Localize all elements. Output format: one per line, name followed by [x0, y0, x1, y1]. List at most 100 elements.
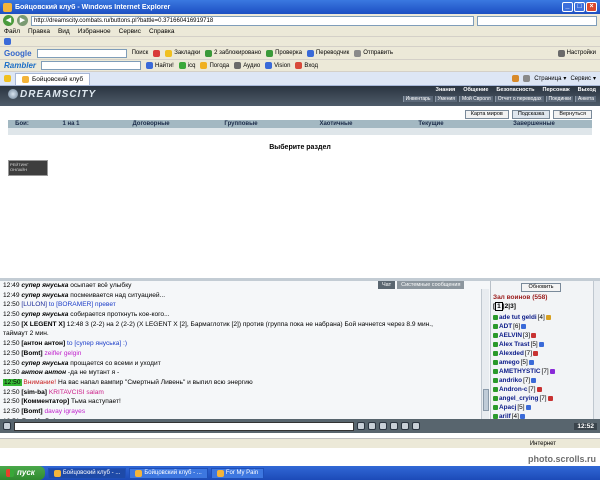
close-button[interactable]: ×	[586, 2, 597, 12]
ie-home-button[interactable]	[4, 38, 11, 45]
menu-help[interactable]: Справка	[149, 28, 175, 35]
player-item[interactable]: Alexded [7]	[493, 349, 593, 358]
menu-knowledge[interactable]: Знания	[436, 87, 456, 93]
chat-text[interactable]: [Комментатор]	[21, 398, 69, 405]
address-input[interactable]: http://dreamscity.combats.ru/buttons.pl?…	[31, 15, 474, 26]
private-message-icon[interactable]	[493, 360, 498, 365]
player-item[interactable]: arilf [4]	[493, 412, 593, 419]
chat-time[interactable]: 12:50	[3, 301, 20, 308]
player-item[interactable]: angel_crying [7]	[493, 394, 593, 403]
player-name[interactable]: angel_crying	[499, 394, 538, 403]
menu-tools[interactable]: Сервис	[119, 28, 141, 35]
translate-button[interactable]: Переводчик	[306, 49, 349, 57]
tab-1v1[interactable]: 1 на 1	[36, 121, 106, 127]
settings-button[interactable]: Настройки	[557, 49, 596, 57]
players-scrollbar[interactable]	[593, 281, 600, 419]
player-item[interactable]: Apacj [5]	[493, 403, 593, 412]
rating-counter[interactable]: РЕЙТИНГ ОНЛАЙН	[8, 160, 48, 176]
service-menu[interactable]: Сервис ▾	[570, 75, 596, 83]
tab-chaotic[interactable]: Хаотичные	[286, 121, 386, 127]
chat-text[interactable]: [X LEGENT X]	[21, 321, 65, 328]
player-item[interactable]: AMETHYSTIC [7]	[493, 367, 593, 376]
tab-finished[interactable]: Завершенные	[476, 121, 592, 127]
menu-character[interactable]: Персонаж	[543, 87, 570, 93]
chat-time[interactable]: 12:50	[3, 408, 20, 415]
start-button[interactable]: пуск	[0, 466, 45, 480]
menu-inventory[interactable]: Инвентарь	[402, 96, 433, 102]
taskbar-item[interactable]: Бойцовский клуб - ...	[129, 467, 208, 479]
player-name[interactable]: Alexded	[499, 349, 524, 358]
tab-system-messages[interactable]: Системные сообщения	[397, 281, 465, 289]
gmail-button[interactable]	[153, 49, 161, 57]
menu-view[interactable]: Вид	[58, 28, 70, 35]
player-info-icon[interactable]	[536, 387, 542, 392]
taskbar-item[interactable]: For My Pain	[210, 467, 265, 479]
private-message-icon[interactable]	[493, 315, 498, 320]
translit-icon[interactable]	[401, 422, 409, 430]
private-message-icon[interactable]	[493, 333, 498, 338]
sound-icon[interactable]	[412, 422, 420, 430]
menu-profile[interactable]: Анкета	[575, 96, 596, 102]
player-item[interactable]: amego [5]	[493, 358, 593, 367]
chat-text[interactable]: супер януська	[21, 292, 68, 299]
chat-text[interactable]: [антон антон]	[21, 340, 65, 347]
chat-text[interactable]: to [BORAMER] превет	[47, 301, 116, 308]
chat-time[interactable]: 12:50	[3, 398, 20, 405]
chat-text[interactable]: [Bomt]	[21, 408, 42, 415]
player-item[interactable]: andriko [7]	[493, 376, 593, 385]
tab-fight-club[interactable]: Бойцовский клуб	[15, 72, 91, 85]
menu-favorites[interactable]: Избранное	[78, 28, 111, 35]
return-button[interactable]: Вернуться	[553, 110, 592, 119]
tab-current[interactable]: Текущие	[386, 121, 476, 127]
chat-text[interactable]: супер януська	[21, 282, 68, 289]
player-info-icon[interactable]	[521, 324, 527, 329]
menu-exit[interactable]: Выход	[578, 87, 596, 93]
bookmarks-button[interactable]: Закладки	[165, 49, 200, 57]
chat-time[interactable]: 12:49	[3, 282, 20, 289]
player-name[interactable]: Andron-c	[499, 385, 527, 394]
smiles-icon[interactable]	[379, 422, 387, 430]
private-message-icon[interactable]	[493, 324, 498, 329]
chat-text[interactable]: супер януська	[21, 311, 68, 318]
menu-skills[interactable]: Умения	[434, 96, 457, 102]
player-item[interactable]: AELVIN [3]	[493, 331, 593, 340]
back-arrow-icon[interactable]: ◀	[3, 15, 14, 26]
minimize-button[interactable]: _	[562, 2, 573, 12]
vision-button[interactable]: Vision	[265, 62, 290, 69]
chat-text[interactable]: to [супер януська] :)	[65, 340, 127, 347]
search-input[interactable]	[477, 15, 597, 26]
chat-input[interactable]	[14, 421, 354, 431]
menu-file[interactable]: Файл	[4, 28, 20, 35]
filter-icon[interactable]	[390, 422, 398, 430]
player-item[interactable]: Andron-c [7]	[493, 385, 593, 394]
chat-time[interactable]: 12:50	[3, 321, 20, 328]
chat-text[interactable]: антон антон	[21, 369, 66, 376]
home-icon[interactable]	[512, 75, 520, 82]
tab-agreed[interactable]: Договорные	[106, 121, 196, 127]
audio-button[interactable]: Аудио	[234, 62, 260, 69]
player-info-icon[interactable]	[531, 333, 537, 338]
player-name[interactable]: ADT	[499, 322, 512, 331]
clear-icon[interactable]	[368, 422, 376, 430]
menu-security[interactable]: Безопасность	[496, 87, 534, 93]
chat-time[interactable]: 12:50	[3, 350, 20, 357]
private-message-icon[interactable]	[493, 396, 498, 401]
chat-time[interactable]: 12:50	[3, 369, 20, 376]
menu-scroll[interactable]: Мой Свролл	[458, 96, 493, 102]
hint-button[interactable]: Подсказка	[511, 110, 551, 119]
player-name[interactable]: Alex Trast	[499, 340, 530, 349]
google-search-button[interactable]: Поиск	[132, 50, 149, 56]
chat-text[interactable]: [sim-ba]	[21, 389, 47, 396]
google-search-input[interactable]	[36, 48, 127, 58]
taskbar-item[interactable]: Бойцовский клуб - ...	[47, 467, 127, 479]
page-menu[interactable]: Страница ▾	[534, 75, 566, 83]
tab-group[interactable]: Групповые	[196, 121, 286, 127]
tab-chat[interactable]: Чат	[378, 281, 396, 289]
menu-battles[interactable]: Поединки	[545, 96, 574, 102]
popup-blocked-button[interactable]: 2 заблокировано	[205, 49, 261, 57]
private-message-icon[interactable]	[493, 378, 498, 383]
rambler-search-input[interactable]	[41, 61, 142, 70]
login-button[interactable]: Вход	[295, 62, 318, 69]
player-name[interactable]: arilf	[499, 412, 511, 419]
private-message-icon[interactable]	[493, 369, 498, 374]
